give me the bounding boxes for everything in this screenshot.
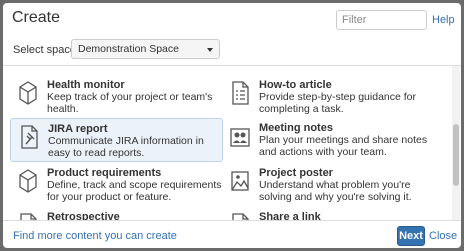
dialog-title: Create — [12, 9, 61, 26]
dialog-footer: Find more content you can create Next Cl… — [3, 222, 461, 248]
jira-report-icon — [21, 125, 38, 149]
template-how-to-article[interactable]: How-to article Provide step-by-step guid… — [222, 75, 435, 119]
find-more-link[interactable]: Find more content you can create — [13, 230, 177, 242]
help-link[interactable]: Help — [432, 14, 455, 26]
space-select[interactable]: Demonstration Space — [71, 39, 220, 59]
retrospective-icon — [20, 213, 37, 220]
meeting-notes-icon — [230, 128, 250, 147]
template-product-requirements[interactable]: Product requirements Define, track and s… — [10, 163, 223, 207]
template-share-link[interactable]: Share a link — [222, 207, 435, 221]
chevron-down-icon — [207, 48, 213, 52]
template-name: Health monitor — [47, 79, 125, 91]
health-monitor-icon — [19, 81, 37, 105]
scrollbar[interactable] — [452, 66, 460, 220]
space-selector-row: Select space Demonstration Space — [3, 36, 461, 64]
template-retrospective[interactable]: Retrospective — [10, 207, 223, 221]
dialog-header: Create Help — [3, 3, 461, 35]
template-desc: Understand what problem you're solving a… — [259, 179, 412, 203]
create-dialog: Create Help Select space Demonstration S… — [3, 3, 461, 248]
project-poster-icon — [231, 171, 249, 191]
scroll-thumb[interactable] — [453, 124, 459, 186]
close-link[interactable]: Close — [429, 230, 457, 242]
template-desc: Plan your meetings and share notes and a… — [259, 134, 428, 158]
template-name: Share a link — [259, 211, 321, 221]
filter-input[interactable] — [336, 10, 427, 30]
template-health-monitor[interactable]: Health monitor Keep track of your projec… — [10, 75, 223, 119]
template-name: Product requirements — [47, 167, 162, 179]
space-select-value: Demonstration Space — [78, 43, 179, 55]
template-desc: Communicate JIRA information in easy to … — [48, 135, 204, 159]
template-desc: Keep track of your project or team's hea… — [47, 91, 213, 115]
template-name: Project poster — [259, 167, 333, 179]
template-list: Health monitor Keep track of your projec… — [3, 65, 461, 221]
template-name: JIRA report — [48, 123, 108, 135]
space-label: Select space — [13, 44, 76, 56]
template-desc: Provide step-by-step guidance for comple… — [259, 91, 417, 115]
template-desc: Define, track and scope requirements for… — [47, 179, 222, 203]
share-link-icon — [232, 213, 249, 220]
product-requirements-icon — [19, 169, 37, 193]
how-to-article-icon — [232, 81, 249, 105]
template-jira-report[interactable]: JIRA report Communicate JIRA information… — [10, 118, 223, 162]
template-project-poster[interactable]: Project poster Understand what problem y… — [222, 163, 435, 207]
next-button[interactable]: Next — [397, 226, 425, 246]
template-meeting-notes[interactable]: Meeting notes Plan your meetings and sha… — [222, 118, 435, 162]
template-name: How-to article — [259, 79, 332, 91]
template-name: Retrospective — [47, 211, 120, 221]
template-name: Meeting notes — [259, 122, 333, 134]
